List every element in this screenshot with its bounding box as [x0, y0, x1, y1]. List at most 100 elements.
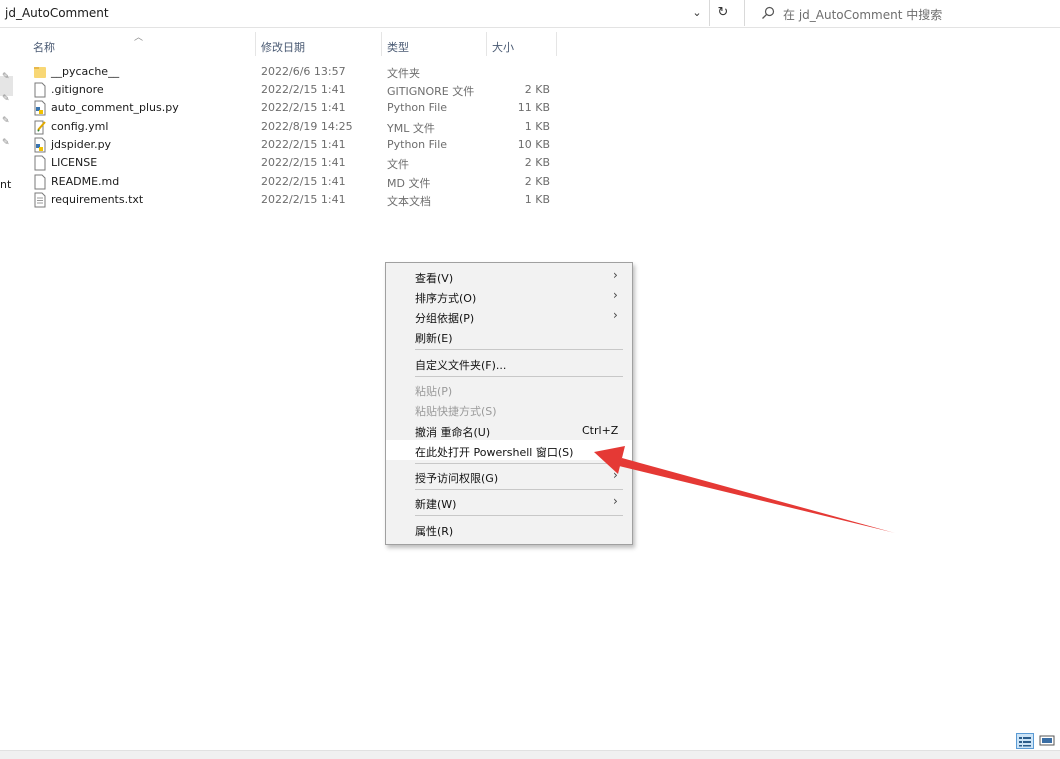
file-type: Python File [387, 101, 448, 114]
menu-item-label: 粘贴(P) [415, 385, 453, 398]
menu-item-sort[interactable]: 排序方式(O) › [386, 286, 632, 306]
file-name: LICENSE [51, 156, 98, 169]
pin-icon: ✎ [2, 94, 10, 104]
file-row[interactable]: LICENSE 2022/2/15 1:41 文件 2 KB [30, 154, 560, 172]
file-icon [34, 155, 46, 171]
menu-item-shortcut: Ctrl+Z [582, 424, 619, 437]
file-size: 2 KB [524, 83, 550, 96]
file-date: 2022/2/15 1:41 [261, 83, 346, 96]
address-path: jd_AutoComment [5, 6, 109, 20]
address-bar[interactable]: jd_AutoComment ⌄ [0, 0, 710, 26]
large-icons-view-icon[interactable] [1038, 733, 1056, 749]
menu-item-view[interactable]: 查看(V) › [386, 266, 632, 286]
file-name: auto_comment_plus.py [51, 101, 179, 114]
chevron-down-icon[interactable]: ⌄ [689, 5, 705, 21]
file-name: jdspider.py [51, 138, 112, 151]
file-row[interactable]: jdspider.py 2022/2/15 1:41 Python File 1… [30, 136, 560, 154]
address-toolbar: jd_AutoComment ⌄ ↻ 在 jd_AutoComment 中搜索 [0, 0, 1060, 28]
chevron-right-icon: › [613, 288, 618, 302]
file-row[interactable]: __pycache__ 2022/6/6 13:57 文件夹 [30, 63, 560, 81]
python-file-icon [34, 100, 46, 116]
file-date: 2022/2/15 1:41 [261, 101, 346, 114]
menu-item-label: 属性(R) [415, 525, 454, 538]
file-type: MD 文件 [387, 177, 431, 190]
pin-icon: ✎ [2, 116, 10, 126]
column-divider[interactable] [556, 32, 557, 56]
menu-item-label: 刷新(E) [415, 332, 453, 345]
file-row[interactable]: README.md 2022/2/15 1:41 MD 文件 2 KB [30, 173, 560, 191]
column-divider[interactable] [255, 32, 256, 56]
search-icon [762, 6, 775, 19]
refresh-icon[interactable]: ↻ [712, 3, 734, 23]
menu-item-label: 排序方式(O) [415, 292, 477, 305]
file-date: 2022/8/19 14:25 [261, 120, 353, 133]
column-header-name[interactable]: 名称 [33, 39, 55, 55]
menu-item-open-powershell[interactable]: 在此处打开 Powershell 窗口(S) [386, 440, 632, 460]
python-file-icon [34, 137, 46, 153]
menu-item-properties[interactable]: 属性(R) [386, 519, 632, 539]
file-size: 1 KB [524, 193, 550, 206]
file-row[interactable]: config.yml 2022/8/19 14:25 YML 文件 1 KB [30, 118, 560, 136]
sort-ascending-icon: ︿ [134, 33, 144, 43]
menu-item-give-access[interactable]: 授予访问权限(G) › [386, 466, 632, 486]
file-type: YML 文件 [387, 122, 435, 135]
file-name: requirements.txt [51, 193, 144, 206]
column-header-type[interactable]: 类型 [387, 39, 409, 55]
chevron-right-icon: › [613, 268, 618, 282]
context-menu: 查看(V) › 排序方式(O) › 分组依据(P) › 刷新(E) 自定义文件夹… [385, 262, 633, 545]
menu-item-label: 分组依据(P) [415, 312, 475, 325]
column-header-date[interactable]: 修改日期 [261, 39, 305, 55]
yml-file-icon [34, 120, 46, 135]
pin-icon: ✎ [2, 138, 10, 148]
file-date: 2022/2/15 1:41 [261, 193, 346, 206]
menu-separator [415, 489, 623, 490]
file-type: GITIGNORE 文件 [387, 85, 475, 98]
pin-icon: ✎ [2, 72, 10, 82]
folder-icon [34, 67, 46, 78]
nav-item-truncated[interactable]: nt [0, 178, 11, 191]
column-divider[interactable] [486, 32, 487, 56]
file-type: 文件夹 [387, 67, 420, 80]
menu-item-label: 自定义文件夹(F)... [415, 359, 507, 372]
file-date: 2022/2/15 1:41 [261, 156, 346, 169]
file-size: 1 KB [524, 120, 550, 133]
chevron-right-icon: › [613, 494, 618, 508]
file-size: 10 KB [517, 138, 550, 151]
file-size: 11 KB [517, 101, 550, 114]
menu-separator [415, 515, 623, 516]
menu-item-paste: 粘贴(P) [386, 379, 632, 399]
navigation-pane: ✎ ✎ ✎ ✎ nt [0, 28, 16, 750]
menu-item-group[interactable]: 分组依据(P) › [386, 306, 632, 326]
column-header-size[interactable]: 大小 [492, 39, 514, 55]
menu-item-new[interactable]: 新建(W) › [386, 492, 632, 512]
file-icon [34, 174, 46, 190]
file-icon [34, 82, 46, 98]
details-view-icon[interactable] [1016, 733, 1034, 749]
column-header-row: 名称 修改日期 类型 大小 [0, 28, 560, 58]
file-row[interactable]: .gitignore 2022/2/15 1:41 GITIGNORE 文件 2… [30, 81, 560, 99]
menu-item-undo-rename[interactable]: 撤消 重命名(U) Ctrl+Z [386, 420, 632, 440]
file-date: 2022/2/15 1:41 [261, 175, 346, 188]
menu-separator [415, 376, 623, 377]
file-row[interactable]: auto_comment_plus.py 2022/2/15 1:41 Pyth… [30, 99, 560, 117]
file-date: 2022/2/15 1:41 [261, 138, 346, 151]
file-name: config.yml [51, 120, 109, 133]
menu-item-label: 撤消 重命名(U) [415, 426, 491, 439]
column-divider[interactable] [381, 32, 382, 56]
menu-separator [415, 463, 623, 464]
file-size: 2 KB [524, 175, 550, 188]
file-size: 2 KB [524, 156, 550, 169]
search-input[interactable]: 在 jd_AutoComment 中搜索 [744, 0, 1060, 26]
file-date: 2022/6/6 13:57 [261, 65, 346, 78]
chevron-right-icon: › [613, 308, 618, 322]
menu-separator [415, 349, 623, 350]
menu-item-label: 查看(V) [415, 272, 454, 285]
file-type: 文件 [387, 158, 409, 171]
file-row[interactable]: requirements.txt 2022/2/15 1:41 文本文档 1 K… [30, 191, 560, 209]
menu-item-refresh[interactable]: 刷新(E) [386, 326, 632, 346]
menu-item-label: 授予访问权限(G) [415, 472, 499, 485]
menu-item-label: 粘贴快捷方式(S) [415, 405, 497, 418]
menu-item-label: 在此处打开 Powershell 窗口(S) [415, 446, 574, 459]
chevron-right-icon: › [613, 468, 618, 482]
menu-item-customize-folder[interactable]: 自定义文件夹(F)... [386, 353, 632, 373]
